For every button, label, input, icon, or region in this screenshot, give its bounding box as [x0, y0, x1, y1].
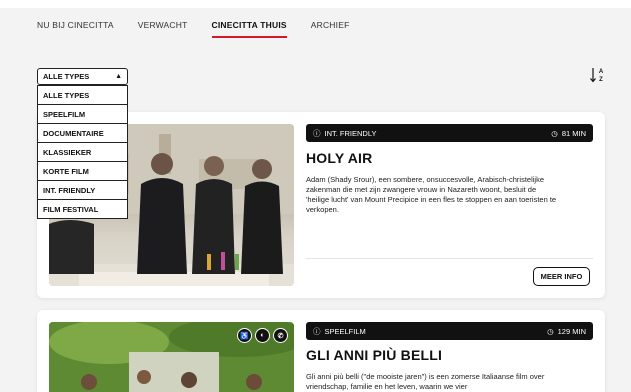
tab-archief[interactable]: ARCHIEF [311, 20, 350, 38]
film-card: ♿ ◐ ✆ ⓘ SPEELFILM ◷ 129 MIN GLI ANNI PIÙ… [37, 310, 605, 392]
film-type: ⓘ SPEELFILM [313, 326, 366, 337]
film-duration: ◷ 129 MIN [547, 327, 586, 336]
info-icon: ⓘ [313, 326, 321, 336]
option-int-friendly[interactable]: INT. FRIENDLY [38, 180, 127, 199]
svg-text:Z: Z [599, 77, 603, 83]
film-duration: ◷ 81 MIN [551, 129, 586, 138]
option-klassieker[interactable]: KLASSIEKER [38, 142, 127, 161]
film-duration-label: 129 MIN [557, 326, 586, 336]
film-type-label: SPEELFILM [324, 326, 366, 336]
svg-text:A: A [599, 69, 604, 75]
film-meta-bar: ⓘ SPEELFILM ◷ 129 MIN [306, 322, 593, 340]
option-documentaire[interactable]: DOCUMENTAIRE [38, 123, 127, 142]
accessibility-badges: ♿ ◐ ✆ [237, 328, 288, 343]
film-poster[interactable]: ♿ ◐ ✆ [49, 322, 294, 392]
more-info-button[interactable]: MEER INFO [533, 267, 590, 286]
tab-nu-bij-cinecitta[interactable]: NU BIJ CINECITTA [37, 20, 114, 38]
film-type: ⓘ INT. FRIENDLY [313, 128, 376, 139]
tab-cinecitta-thuis[interactable]: CINECITTA THUIS [211, 20, 287, 38]
option-korte-film[interactable]: KORTE FILM [38, 161, 127, 180]
option-film-festival[interactable]: FILM FESTIVAL [38, 199, 127, 218]
caret-up-icon: ▲ [115, 73, 122, 80]
type-filter-dropdown[interactable]: ALLE TYPES ▲ ALLE TYPES SPEELFILM DOCUME… [37, 68, 128, 219]
film-type-label: INT. FRIENDLY [324, 128, 377, 138]
clock-icon: ◷ [551, 128, 558, 138]
film-description: Adam (Shady Srour), een sombere, onsucce… [306, 175, 557, 214]
main-nav: NU BIJ CINECITTA VERWACHT CINECITTA THUI… [37, 20, 373, 38]
film-title[interactable]: GLI ANNI PIÙ BELLI [306, 347, 442, 363]
type-filter-selected: ALLE TYPES [43, 72, 90, 81]
audio-description-icon: ◐ [255, 328, 270, 343]
film-meta-bar: ⓘ INT. FRIENDLY ◷ 81 MIN [306, 124, 593, 142]
divider [306, 258, 593, 259]
accessibility-icon: ♿ [237, 328, 252, 343]
top-bar [0, 0, 631, 8]
sort-az-icon[interactable]: A Z [590, 66, 606, 84]
type-filter-options: ALLE TYPES SPEELFILM DOCUMENTAIRE KLASSI… [37, 85, 128, 219]
film-duration-label: 81 MIN [561, 128, 586, 138]
hearing-icon: ✆ [273, 328, 288, 343]
film-description: Gli anni più belli ("de mooiste jaren") … [306, 372, 545, 391]
option-speelfilm[interactable]: SPEELFILM [38, 104, 127, 123]
info-icon: ⓘ [313, 128, 321, 138]
option-alle-types[interactable]: ALLE TYPES [38, 85, 127, 104]
film-title[interactable]: HOLY AIR [306, 150, 372, 166]
tab-verwacht[interactable]: VERWACHT [138, 20, 188, 38]
clock-icon: ◷ [547, 326, 554, 336]
type-filter-select[interactable]: ALLE TYPES ▲ [37, 68, 128, 85]
